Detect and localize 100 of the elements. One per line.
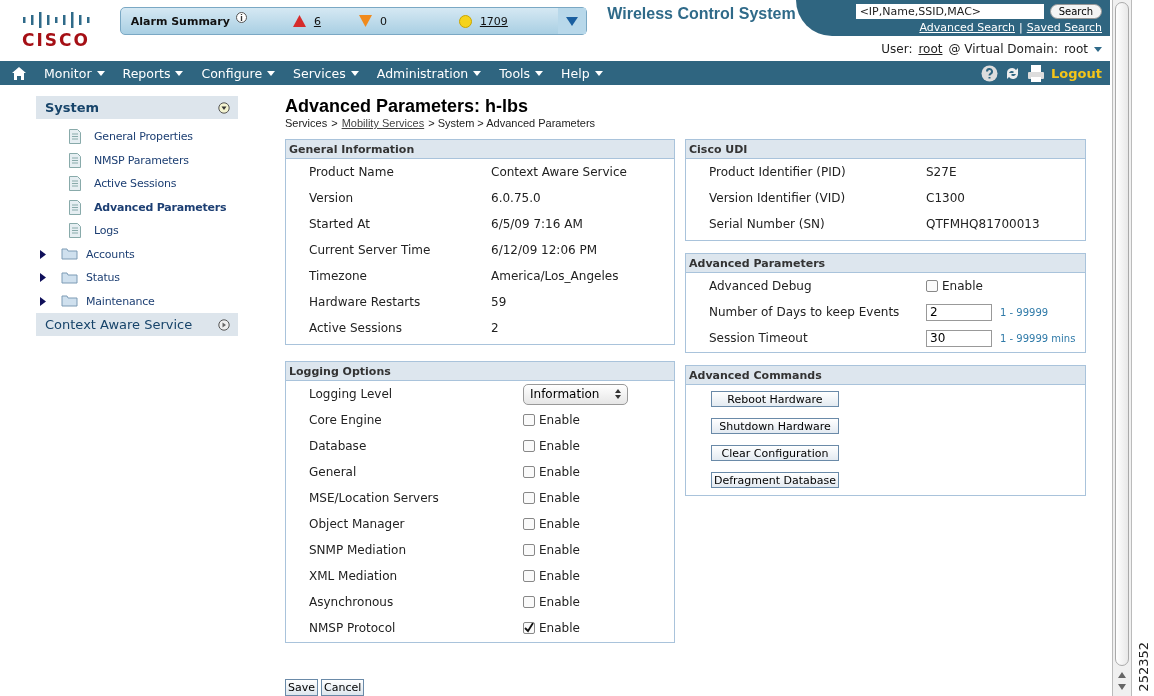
command-button[interactable]: Defragment Database [711, 472, 839, 488]
command-button[interactable]: Clear Configuration [711, 445, 839, 461]
sidebar-item[interactable]: Status [36, 266, 238, 290]
menu-item[interactable]: Configure [201, 65, 276, 81]
alarm-count[interactable]: 1709 [479, 14, 508, 28]
option-label: Enable [539, 491, 580, 505]
logging-level-select[interactable]: Information [523, 383, 628, 405]
menu-item[interactable]: Help [561, 65, 603, 81]
field-label: Product Name [309, 165, 395, 179]
page-title: Advanced Parameters: h-lbs [285, 96, 530, 116]
range-hint: 1 - 99999 [1000, 306, 1049, 318]
field-label: SNMP Mediation [309, 543, 408, 557]
field-value: QTFMHQ81700013 [926, 217, 1041, 231]
field-label: Number of Days to keep Events [709, 305, 901, 319]
field-value: 6/5/09 7:16 AM [491, 217, 584, 231]
checkbox[interactable] [926, 280, 938, 292]
sidebar-item[interactable]: NMSP Parameters [36, 148, 238, 172]
checkbox[interactable] [523, 518, 535, 530]
option-label: Enable [539, 569, 580, 583]
checkbox[interactable] [523, 570, 535, 582]
option-label: Enable [539, 413, 580, 427]
checkbox[interactable] [523, 414, 535, 426]
document-icon [69, 176, 81, 192]
field-label: Current Server Time [309, 243, 432, 257]
caret-icon [1094, 46, 1102, 52]
field-label: Hardware Restarts [309, 295, 422, 309]
option-label: Enable [539, 543, 580, 557]
field-label: MSE/Location Servers [309, 491, 440, 505]
user-label: User: [881, 42, 913, 56]
cisco-bars-logo [22, 12, 92, 28]
field-value: Context Aware Service [491, 165, 628, 179]
field-label: Version [309, 191, 355, 205]
option-label: Enable [539, 439, 580, 453]
panel-title: Advanced Parameters [686, 254, 1085, 273]
help-icon[interactable] [981, 64, 999, 82]
circle-alarm-icon [458, 14, 472, 28]
breadcrumb-link[interactable]: Mobility Services [341, 117, 425, 129]
home-icon[interactable] [12, 66, 26, 80]
breadcrumb-text: > [331, 117, 338, 129]
field-label: Product Identifier (PID) [709, 165, 847, 179]
info-icon [235, 12, 247, 23]
field-label: General [309, 465, 358, 479]
sidebar-item[interactable]: Maintenance [36, 289, 238, 313]
save-button[interactable]: Save [285, 679, 318, 696]
cancel-button[interactable]: Cancel [321, 679, 365, 696]
sidebar-item[interactable]: Active Sessions [36, 172, 238, 196]
command-button[interactable]: Reboot Hardware [711, 391, 839, 407]
option-label: Enable [539, 621, 580, 635]
command-button[interactable]: Shutdown Hardware [711, 418, 839, 434]
stepper-arrows-icon [615, 389, 621, 399]
caret-icon [473, 70, 482, 76]
checkbox[interactable] [523, 492, 535, 504]
sidebar-item[interactable]: Logs [36, 219, 238, 243]
panel-title: Cisco UDI [686, 140, 1085, 159]
checkbox[interactable] [523, 440, 535, 452]
input-field[interactable]: 30 [926, 329, 992, 347]
caret-icon [535, 70, 544, 76]
scrollbar[interactable] [1112, 0, 1132, 696]
input-field[interactable]: 2 [926, 303, 992, 321]
document-icon [69, 152, 81, 168]
checkbox[interactable] [523, 544, 535, 556]
menu-item[interactable]: Tools [499, 65, 544, 81]
checkbox[interactable] [523, 622, 535, 634]
range-hint: 1 - 99999 mins [1000, 332, 1076, 344]
field-value: America/Los_Angeles [491, 269, 620, 283]
field-value: 6.0.75.0 [491, 191, 542, 205]
menu-item[interactable]: Reports [122, 65, 184, 81]
field-label: Serial Number (SN) [709, 217, 826, 231]
menu-item[interactable]: Administration [376, 65, 482, 81]
search-button[interactable]: Search [1049, 4, 1102, 19]
checkbox[interactable] [523, 596, 535, 608]
sidebar-item[interactable]: Accounts [36, 242, 238, 266]
menu-item[interactable]: Monitor [44, 65, 105, 81]
menu-item[interactable]: Services [293, 65, 359, 81]
breadcrumb-text: Services [285, 117, 328, 129]
caret-icon [350, 70, 359, 76]
field-label: Session Timeout [709, 331, 809, 345]
print-icon[interactable] [1027, 64, 1046, 82]
alarm-count[interactable]: 6 [313, 14, 321, 28]
sidebar-section[interactable]: System [36, 96, 238, 119]
user-link[interactable]: root [918, 42, 943, 56]
document-icon [69, 129, 81, 145]
alarm-count: 0 [379, 14, 387, 28]
option-label: Enable [539, 517, 580, 531]
field-label: Started At [309, 217, 371, 231]
header-link[interactable]: Saved Search [1026, 21, 1102, 34]
header-link[interactable]: Advanced Search [919, 21, 1015, 34]
caret-icon [267, 70, 276, 76]
search-field[interactable]: <IP,Name,SSID,MAC> [855, 4, 1044, 19]
logout-link[interactable]: Logout [1051, 65, 1102, 81]
sidebar-section[interactable]: Context Aware Service [36, 313, 238, 336]
sidebar-item[interactable]: Advanced Parameters [36, 195, 238, 219]
figure-number: 252352 [1136, 642, 1151, 692]
dropdown-icon[interactable] [558, 8, 587, 34]
sidebar-item[interactable]: General Properties [36, 125, 238, 149]
option-label: Enable [539, 465, 580, 479]
document-icon [69, 223, 81, 239]
caret-icon [96, 70, 105, 76]
checkbox[interactable] [523, 466, 535, 478]
folder-icon [60, 248, 78, 261]
